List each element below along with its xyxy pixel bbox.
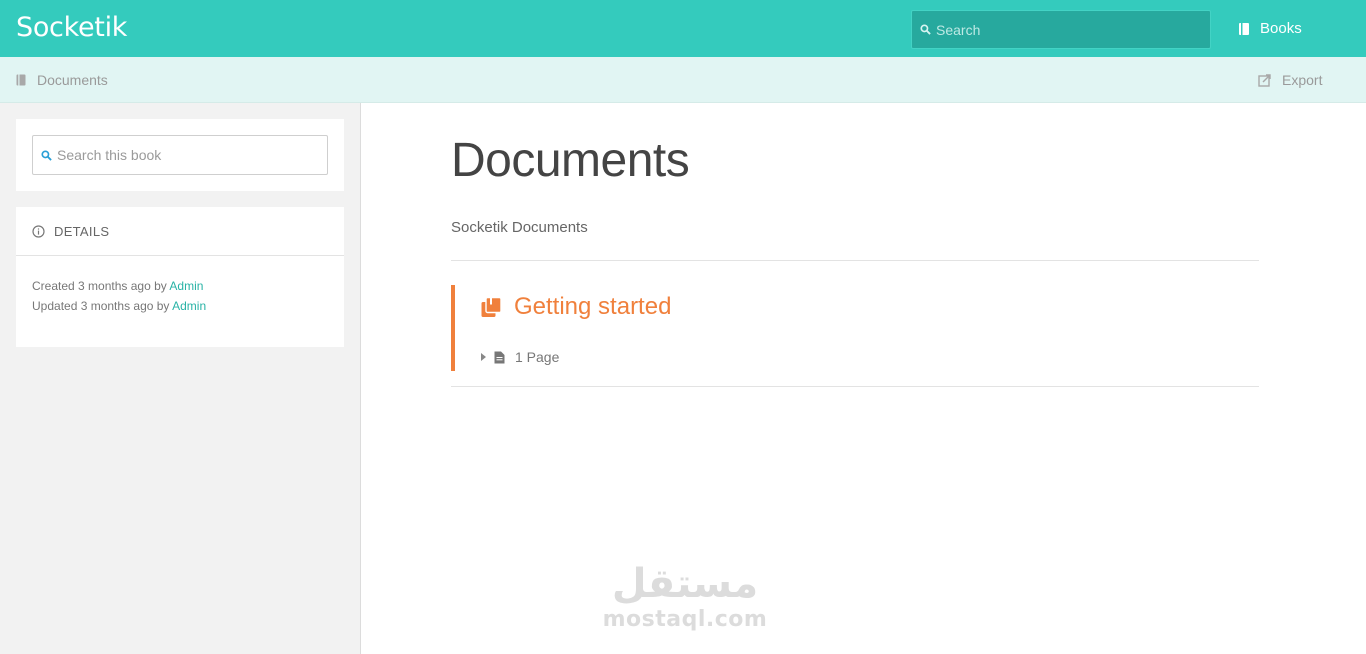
watermark-logo: مستقل mostaql.com [600, 560, 770, 632]
book-search-input[interactable] [57, 147, 317, 163]
main-content: Documents Socketik Documents Getting sta… [361, 103, 1366, 654]
export-button[interactable]: Export [1258, 72, 1322, 88]
app-logo[interactable]: Socketik [16, 12, 127, 43]
info-icon [32, 224, 45, 238]
divider [451, 386, 1259, 387]
details-header: DETAILS [16, 207, 344, 256]
nav-books-link[interactable]: Books [1238, 20, 1302, 37]
created-by-link[interactable]: Admin [169, 279, 203, 293]
toolbar: Documents Export [0, 57, 1366, 103]
book-icon [1238, 22, 1250, 36]
details-title: DETAILS [54, 223, 110, 239]
book-search[interactable] [32, 135, 328, 175]
page-icon [494, 351, 505, 364]
chapter-title: Getting started [514, 293, 672, 320]
breadcrumb-documents[interactable]: Documents [16, 72, 108, 88]
book-search-card [16, 119, 344, 191]
updated-by-link[interactable]: Admin [172, 299, 206, 313]
sidebar: DETAILS Created 3 months ago by Admin Up… [0, 103, 361, 654]
caret-right-icon [481, 353, 486, 361]
pages-toggle[interactable]: 1 Page [481, 349, 559, 365]
global-search[interactable] [911, 10, 1211, 49]
search-icon [912, 24, 936, 35]
nav-books-label: Books [1260, 20, 1302, 37]
chapter-link[interactable]: Getting started [481, 293, 671, 321]
export-icon [1258, 73, 1271, 87]
watermark-arabic: مستقل [611, 561, 759, 607]
created-line: Created 3 months ago by Admin [32, 276, 328, 296]
export-label: Export [1282, 72, 1323, 88]
breadcrumb-label: Documents [37, 72, 108, 88]
divider [451, 260, 1259, 261]
details-card: DETAILS Created 3 months ago by Admin Up… [16, 207, 344, 347]
book-description: Socketik Documents [451, 219, 588, 236]
updated-text: Updated 3 months ago by [32, 299, 170, 313]
created-text: Created 3 months ago by [32, 279, 167, 293]
updated-line: Updated 3 months ago by Admin [32, 296, 328, 316]
pages-count: 1 Page [515, 349, 560, 365]
page-title: Documents [451, 134, 690, 187]
details-meta: Created 3 months ago by Admin Updated 3 … [16, 256, 344, 316]
app-header: Socketik Books [0, 0, 1366, 57]
chapter-icon [481, 296, 502, 318]
watermark-latin: mostaql.com [602, 607, 768, 632]
global-search-input[interactable] [936, 21, 1196, 38]
search-icon [33, 149, 57, 161]
chapter-item: Getting started 1 Page [451, 285, 1259, 371]
book-icon [16, 74, 26, 86]
